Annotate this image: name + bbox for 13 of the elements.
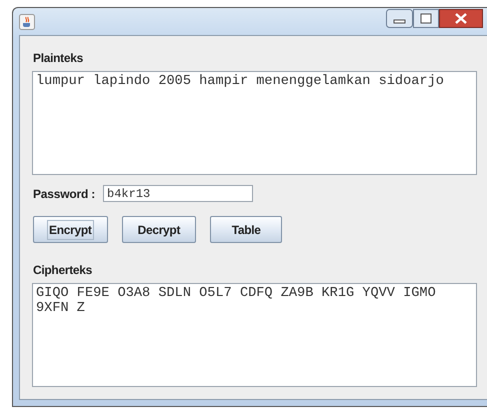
text-area[interactable]: GIQO FE9E O3A8 SDLN O5L7 CDFQ ZA9B KR1G YQVV IGMO 9XFN Z <box>32 283 477 387</box>
action-button[interactable]: Table <box>210 216 282 243</box>
action-button[interactable]: Encrypt <box>33 216 108 243</box>
close-button[interactable] <box>439 9 483 28</box>
maximize-button[interactable] <box>413 9 439 28</box>
java-cup-icon <box>19 14 35 30</box>
field-label: Plainteks <box>33 51 83 65</box>
text-area[interactable]: lumpur lapindo 2005 hampir menenggelamkan sidoarjo <box>32 71 477 175</box>
minimize-button[interactable] <box>386 9 413 28</box>
field-label: Cipherteks <box>33 263 92 277</box>
action-button[interactable]: Decrypt <box>122 216 196 243</box>
password-field[interactable]: b4kr13 <box>103 185 254 202</box>
password-label: Password : <box>33 186 96 200</box>
